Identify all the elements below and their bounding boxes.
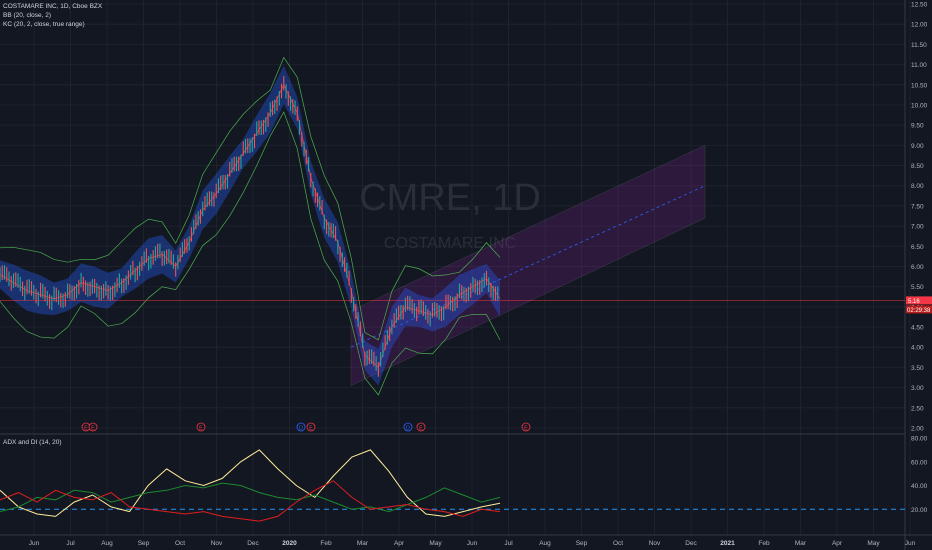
price-tick-label: 7.00: [911, 224, 924, 231]
event-label: E: [309, 426, 313, 432]
price-tick-label: 7.50: [911, 203, 924, 210]
event-label: E: [524, 426, 528, 432]
time-tick-label: Sep: [576, 540, 588, 547]
price-tick-label: 4.50: [911, 325, 924, 332]
price-tick-label: 8.50: [911, 163, 924, 170]
legend-bb[interactable]: BB (20, close, 2): [3, 11, 102, 20]
time-tick-label: Sep: [138, 540, 150, 547]
indicator-tick-label: 40.00: [911, 483, 928, 490]
price-tick-label: 2.50: [911, 405, 924, 412]
event-label: D: [406, 426, 410, 432]
time-tick-label: Apr: [394, 540, 405, 547]
indicator-tick-label: 60.00: [911, 459, 928, 466]
last-price-text: 5.16: [908, 299, 920, 305]
time-tick-label: 2020: [282, 540, 297, 547]
time-tick-label: Dec: [247, 540, 259, 547]
time-tick-label: Nov: [211, 540, 223, 547]
chart-canvas[interactable]: CMRE, 1D COSTAMARE INC EEEDEDEE 12.5012.…: [0, 0, 932, 550]
legend-kc[interactable]: KC (20, 2, close, true range): [3, 20, 102, 29]
indicator-tick-label: 20.00: [911, 507, 928, 514]
time-tick-label: Dec: [685, 540, 697, 547]
time-tick-label: Oct: [613, 540, 623, 547]
event-label: E: [419, 426, 423, 432]
legend-symbol[interactable]: COSTAMARE INC, 1D, Cboe BZX: [3, 2, 102, 11]
adx-panel: [0, 449, 905, 522]
time-tick-label: Jul: [504, 540, 513, 547]
price-tick-label: 10.50: [911, 82, 928, 89]
time-tick-label: May: [867, 540, 880, 547]
price-tick-label: 6.00: [911, 264, 924, 271]
time-tick-label: Nov: [649, 540, 661, 547]
event-label: E: [91, 426, 95, 432]
price-axis[interactable]: 12.50 12.00 11.50 11.00 10.50 10.00 9.50 9.00 8.…: [911, 2, 928, 433]
indicator-tick-label: 80.00: [911, 436, 928, 443]
time-tick-label: Jun: [29, 540, 40, 547]
price-tick-label: 4.00: [911, 345, 924, 352]
price-tick-label: 11.50: [911, 42, 927, 49]
price-tick-label: 6.50: [911, 244, 924, 251]
price-tick-label: 10.00: [911, 102, 928, 109]
event-markers[interactable]: EEEDEDEE: [81, 422, 531, 432]
chart-legend: COSTAMARE INC, 1D, Cboe BZX BB (20, clos…: [3, 2, 102, 29]
time-tick-label: Aug: [539, 540, 551, 547]
time-tick-label: Feb: [758, 540, 770, 547]
time-tick-label: Feb: [320, 540, 332, 547]
price-tick-label: 12.50: [911, 2, 928, 9]
time-tick-label: Jun: [467, 540, 478, 547]
time-tick-label: Oct: [175, 540, 185, 547]
price-tick-label: 3.50: [911, 365, 924, 372]
indicator-title[interactable]: ADX and DI (14, 20): [3, 439, 62, 446]
indicator-axis[interactable]: 80.00 60.00 40.00 20.00: [911, 436, 928, 514]
time-tick-label: 2021: [720, 540, 735, 547]
price-tick-label: 2.00: [911, 426, 924, 433]
watermark-ticker: CMRE, 1D: [359, 177, 541, 219]
price-tick-label: 9.50: [911, 123, 924, 130]
time-tick-label: May: [429, 540, 442, 547]
event-label: E: [84, 426, 88, 432]
time-tick-label: Aug: [101, 540, 113, 547]
time-tick-label: Apr: [832, 540, 843, 547]
series-minus-di: [0, 480, 501, 522]
countdown-text: 02:29:38: [907, 308, 931, 314]
time-tick-label: Jul: [66, 540, 75, 547]
price-tick-label: 5.50: [911, 284, 924, 291]
time-tick-label: Mar: [357, 540, 369, 547]
price-tick-label: 11.00: [911, 62, 927, 69]
price-tick-label: 3.00: [911, 385, 924, 392]
price-tick-label: 12.00: [911, 22, 928, 29]
series-adx: [0, 449, 501, 517]
event-label: E: [199, 426, 203, 432]
time-tick-label: Jun: [905, 540, 916, 547]
price-tick-label: 8.00: [911, 183, 924, 190]
event-label: D: [299, 426, 303, 432]
time-tick-label: Mar: [795, 540, 807, 547]
time-axis[interactable]: Jun Jul Aug Sep Oct Nov Dec 2020 Feb Mar Apr May Jun…: [29, 540, 916, 547]
price-tick-label: 9.00: [911, 143, 924, 150]
